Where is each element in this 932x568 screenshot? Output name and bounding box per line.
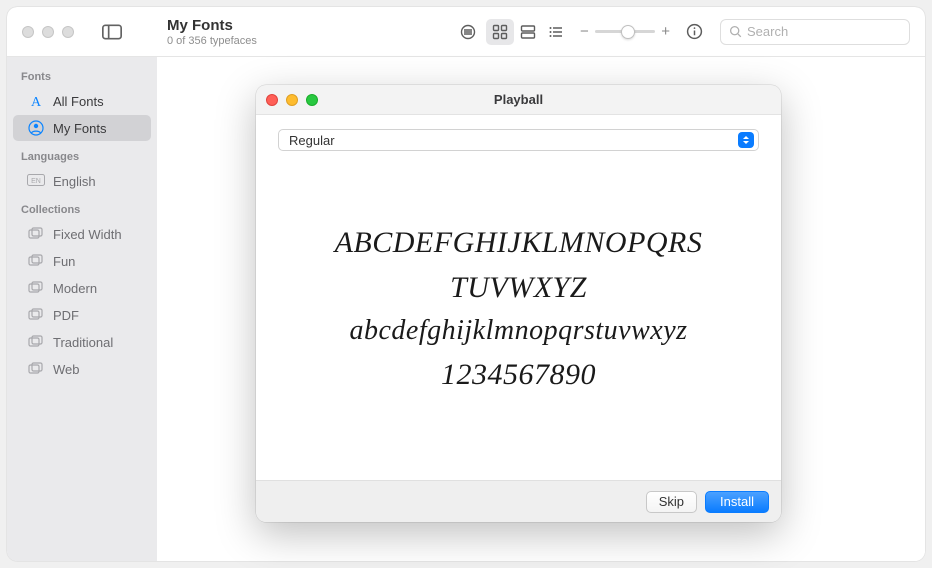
minimize-button[interactable] bbox=[42, 26, 54, 38]
collection-icon bbox=[27, 225, 45, 243]
sidebar: Fonts A All Fonts My Fonts Languages EN … bbox=[7, 57, 157, 561]
preview-upper2: TUVWXYZ bbox=[450, 268, 587, 307]
collection-icon bbox=[27, 306, 45, 324]
dialog-title: Playball bbox=[256, 92, 781, 107]
slider-thumb[interactable] bbox=[621, 25, 635, 39]
list-view-button[interactable] bbox=[542, 19, 570, 45]
window-controls bbox=[7, 24, 157, 40]
search-input[interactable]: Search bbox=[720, 19, 910, 45]
info-button[interactable] bbox=[680, 19, 708, 45]
slider-track[interactable] bbox=[595, 30, 655, 33]
collection-icon bbox=[27, 333, 45, 351]
sidebar-item-all-fonts[interactable]: A All Fonts bbox=[13, 88, 151, 114]
dialog-titlebar: Playball bbox=[256, 85, 781, 115]
sidebar-item-label: Traditional bbox=[53, 335, 113, 350]
sidebar-item-my-fonts[interactable]: My Fonts bbox=[13, 115, 151, 141]
view-mode-segmented bbox=[486, 19, 570, 45]
svg-text:A: A bbox=[31, 95, 42, 109]
minus-icon: − bbox=[580, 23, 589, 40]
preview-lower: abcdefghijklmnopqrstuvwxyz bbox=[349, 313, 687, 349]
window-title-area: My Fonts 0 of 356 typefaces bbox=[157, 17, 377, 47]
sidebar-item-traditional[interactable]: Traditional bbox=[13, 329, 151, 355]
sidebar-item-label: My Fonts bbox=[53, 121, 106, 136]
sidebar-toggle-button[interactable] bbox=[102, 24, 122, 40]
font-style-select[interactable]: Regular bbox=[278, 129, 759, 151]
sidebar-item-label: PDF bbox=[53, 308, 79, 323]
column-view-button[interactable] bbox=[514, 19, 542, 45]
fullscreen-button[interactable] bbox=[306, 94, 318, 106]
sidebar-item-label: Fixed Width bbox=[53, 227, 122, 242]
font-style-selected: Regular bbox=[289, 133, 335, 148]
collection-icon bbox=[27, 360, 45, 378]
person-icon bbox=[27, 119, 45, 137]
sidebar-item-label: Web bbox=[53, 362, 80, 377]
skip-button[interactable]: Skip bbox=[646, 491, 697, 513]
collection-icon bbox=[27, 279, 45, 297]
dialog-body: Regular ABCDEFGHIJKLMNOPQRS TUVWXYZ abcd… bbox=[256, 115, 781, 480]
sidebar-header-collections: Collections bbox=[7, 200, 157, 220]
window-title: My Fonts bbox=[167, 17, 377, 34]
font-preview: ABCDEFGHIJKLMNOPQRS TUVWXYZ abcdefghijkl… bbox=[278, 151, 759, 466]
sidebar-item-pdf[interactable]: PDF bbox=[13, 302, 151, 328]
sidebar-item-fun[interactable]: Fun bbox=[13, 248, 151, 274]
dialog-footer: Skip Install bbox=[256, 480, 781, 522]
lang-en-icon: EN bbox=[27, 172, 45, 190]
sidebar-item-label: Modern bbox=[53, 281, 97, 296]
search-placeholder: Search bbox=[747, 24, 788, 39]
preview-digits: 1234567890 bbox=[441, 355, 596, 394]
close-button[interactable] bbox=[266, 94, 278, 106]
toolbar: My Fonts 0 of 356 typefaces − bbox=[7, 7, 925, 57]
chevron-updown-icon bbox=[738, 132, 754, 148]
window-subtitle: 0 of 356 typefaces bbox=[167, 35, 377, 47]
minimize-button[interactable] bbox=[286, 94, 298, 106]
dialog-window-controls bbox=[266, 94, 318, 106]
sidebar-item-web[interactable]: Web bbox=[13, 356, 151, 382]
sidebar-header-fonts: Fonts bbox=[7, 67, 157, 87]
sample-view-button[interactable] bbox=[454, 19, 482, 45]
font-a-icon: A bbox=[27, 92, 45, 110]
search-icon bbox=[729, 25, 742, 38]
zoom-slider[interactable]: − + bbox=[580, 23, 670, 40]
svg-text:EN: EN bbox=[31, 178, 41, 185]
sidebar-item-label: English bbox=[53, 174, 96, 189]
sidebar-item-fixed-width[interactable]: Fixed Width bbox=[13, 221, 151, 247]
sidebar-item-label: All Fonts bbox=[53, 94, 104, 109]
font-preview-dialog: Playball Regular ABCDEFGHIJKLMNOPQRS TUV… bbox=[256, 85, 781, 522]
toolbar-right: − + Search bbox=[377, 19, 925, 45]
sidebar-item-label: Fun bbox=[53, 254, 75, 269]
sidebar-item-english[interactable]: EN English bbox=[13, 168, 151, 194]
preview-upper1: ABCDEFGHIJKLMNOPQRS bbox=[335, 223, 703, 262]
sidebar-item-modern[interactable]: Modern bbox=[13, 275, 151, 301]
close-button[interactable] bbox=[22, 26, 34, 38]
fullscreen-button[interactable] bbox=[62, 26, 74, 38]
sidebar-header-languages: Languages bbox=[7, 147, 157, 167]
grid-view-button[interactable] bbox=[486, 19, 514, 45]
collection-icon bbox=[27, 252, 45, 270]
plus-icon: + bbox=[661, 23, 670, 40]
install-button[interactable]: Install bbox=[705, 491, 769, 513]
